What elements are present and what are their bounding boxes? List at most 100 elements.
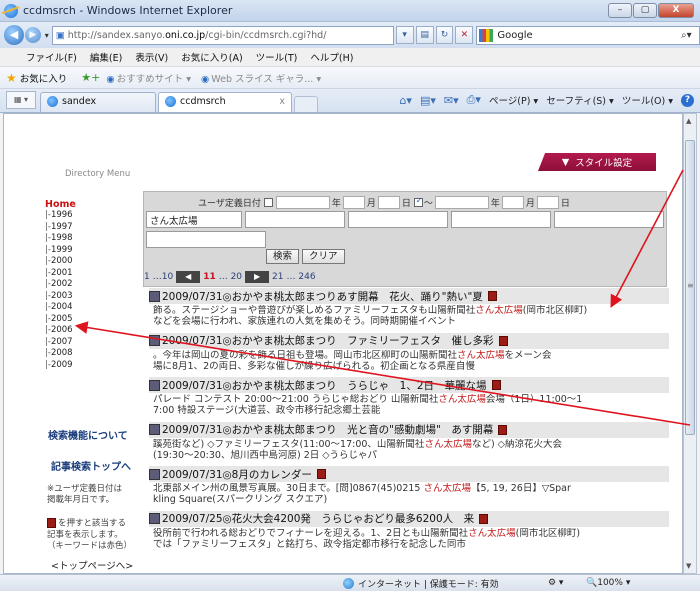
from-day-input[interactable] xyxy=(377,196,400,209)
menu-view[interactable]: 表示(V) xyxy=(135,50,168,64)
document-icon[interactable] xyxy=(498,424,508,435)
keyword-input-5[interactable] xyxy=(554,211,664,228)
prev-page-arrow-icon[interactable]: ◀ xyxy=(176,271,201,283)
quick-tabs-icon[interactable]: ▦ ▾ xyxy=(6,91,36,109)
forward-button[interactable]: ▶ xyxy=(24,27,41,43)
print-icon[interactable]: ⎙▾ xyxy=(467,93,481,107)
result-title[interactable]: 2009/07/31◎8月のカレンダー xyxy=(149,466,669,483)
document-icon[interactable] xyxy=(498,335,508,346)
result-item: 2009/07/25◎花火大会4200発 うらじゃおどり最多6200人 来 役所… xyxy=(149,510,669,556)
document-icon[interactable] xyxy=(487,291,497,301)
document-icon[interactable] xyxy=(479,513,489,524)
web-slice-gallery-link[interactable]: ◉ Web スライス ギャラ... ▾ xyxy=(201,71,321,85)
history-dropdown-icon[interactable]: ▾ xyxy=(45,31,49,40)
to-month-input[interactable] xyxy=(501,196,524,209)
scrollbar-thumb[interactable] xyxy=(685,140,695,435)
document-icon[interactable] xyxy=(491,380,501,391)
protected-mode-icon[interactable]: ⚙ ▾ xyxy=(548,578,563,588)
search-box[interactable]: Google ⌕▾ xyxy=(476,25,700,45)
result-title[interactable]: 2009/07/25◎花火大会4200発 うらじゃおどり最多6200人 来 xyxy=(149,510,669,527)
menu-help[interactable]: ヘルプ(H) xyxy=(310,50,353,64)
mail-icon[interactable]: ✉▾ xyxy=(444,94,459,107)
year-link-2002[interactable]: 2002 xyxy=(45,279,145,291)
menu-edit[interactable]: 編集(E) xyxy=(90,50,122,64)
to-day-input[interactable] xyxy=(536,196,559,209)
keyword-input-1[interactable]: さん太広場 xyxy=(146,211,242,228)
feeds-icon[interactable]: ▤▾ xyxy=(420,94,436,107)
zoom-control[interactable]: 🔍100% ▾ xyxy=(586,578,630,588)
search-button[interactable]: 検索 xyxy=(266,249,300,264)
scroll-down-arrow-icon[interactable]: ▼ xyxy=(686,562,691,570)
home-icon[interactable]: ⌂▾ xyxy=(399,94,412,107)
result-title[interactable]: 2009/07/31◎おかやま桃太郎まつりあす開幕 花火、踊り"熱い"夏 xyxy=(149,288,669,304)
help-icon[interactable]: ? xyxy=(681,93,694,107)
keyword-input-2[interactable] xyxy=(245,211,345,228)
year-link-1998[interactable]: 1998 xyxy=(45,233,145,245)
year-link-2008[interactable]: 2008 xyxy=(45,348,145,360)
next-page-arrow-icon[interactable]: ▶ xyxy=(245,271,270,283)
year-link-2009[interactable]: 2009 xyxy=(45,360,145,372)
keyword-input-3[interactable] xyxy=(348,211,448,228)
style-settings-button[interactable]: ▼ スタイル設定 xyxy=(538,153,656,171)
year-link-2001[interactable]: 2001 xyxy=(45,268,145,280)
restore-button[interactable]: ▢ xyxy=(633,3,657,18)
back-button[interactable]: ◀ xyxy=(4,25,24,45)
menu-favorites[interactable]: お気に入り(A) xyxy=(181,50,242,64)
page-first-link[interactable]: 1 xyxy=(144,272,150,282)
new-tab-button[interactable] xyxy=(294,96,318,112)
user-date-checkbox[interactable] xyxy=(263,198,273,207)
tab-sandex[interactable]: sandex xyxy=(40,92,156,112)
address-bar[interactable]: ▣ http://sandex.sanyo. oni.co.jp/cgi-bin/… xyxy=(51,25,394,45)
year-link-1997[interactable]: 1997 xyxy=(45,222,145,234)
close-tab-icon[interactable]: x xyxy=(279,96,285,112)
page-20-link[interactable]: … 20 xyxy=(219,272,242,282)
favorites-star-icon[interactable]: ★ xyxy=(6,71,17,85)
suggested-sites-icon: ◉ xyxy=(106,73,115,85)
result-title[interactable]: 2009/07/31◎おかやま桃太郎まつり 光と音の"感動劇場" あす開幕 xyxy=(149,421,669,438)
refresh-icon[interactable]: ↻ xyxy=(435,26,454,44)
year-link-1999[interactable]: 1999 xyxy=(45,245,145,257)
year-link-2005[interactable]: 2005 xyxy=(45,314,145,326)
year-link-2003[interactable]: 2003 xyxy=(45,291,145,303)
result-title[interactable]: 2009/07/31◎おかやま桃太郎まつり ファミリーフェスタ 催し多彩 xyxy=(149,332,669,349)
menu-bar: ファイル(F) 編集(E) 表示(V) お気に入り(A) ツール(T) ヘルプ(… xyxy=(0,48,700,67)
page-last-link[interactable]: … 246 xyxy=(287,272,316,282)
favorites-button[interactable]: お気に入り xyxy=(20,71,68,85)
year-link-1996[interactable]: 1996 xyxy=(45,210,145,222)
year-link-2004[interactable]: 2004 xyxy=(45,302,145,314)
scroll-up-arrow-icon[interactable]: ▲ xyxy=(686,117,691,125)
safety-menu[interactable]: セーフティ(S) ▾ xyxy=(546,93,614,107)
stop-icon[interactable]: ✕ xyxy=(455,26,474,44)
year-link-2007[interactable]: 2007 xyxy=(45,337,145,349)
keyword-input-6[interactable] xyxy=(146,231,266,248)
result-title[interactable]: 2009/07/31◎おかやま桃太郎まつり うらじゃ 1、2日 華麗な場 xyxy=(149,377,669,394)
page-menu[interactable]: ページ(P) ▾ xyxy=(489,93,538,107)
range-checkbox[interactable] xyxy=(413,198,423,207)
menu-file[interactable]: ファイル(F) xyxy=(26,50,77,64)
vertical-scrollbar[interactable]: ▲ ▼ xyxy=(683,113,697,574)
about-search-link[interactable]: 検索機能について xyxy=(48,427,128,442)
suggested-sites-link[interactable]: ◉ おすすめサイト ▾ xyxy=(106,71,191,85)
menu-tools[interactable]: ツール(T) xyxy=(256,50,298,64)
document-icon[interactable] xyxy=(316,469,326,480)
minimize-button[interactable]: – xyxy=(608,3,632,18)
year-link-2006[interactable]: 2006 xyxy=(45,325,145,337)
tab-ccdmsrch[interactable]: ccdmsrch x xyxy=(158,92,292,112)
tools-menu[interactable]: ツール(O) ▾ xyxy=(622,93,673,107)
home-link[interactable]: Home xyxy=(45,199,145,210)
compatibility-view-icon[interactable]: ▤ xyxy=(415,26,434,44)
keyword-input-4[interactable] xyxy=(451,211,551,228)
search-top-link[interactable]: 記事検索トップへ xyxy=(51,458,131,473)
clear-button[interactable]: クリア xyxy=(302,249,345,264)
address-dropdown-icon[interactable]: ▾ xyxy=(395,26,414,44)
from-month-input[interactable] xyxy=(342,196,365,209)
search-icon[interactable]: ⌕▾ xyxy=(681,30,699,41)
close-window-button[interactable]: X xyxy=(658,3,694,18)
year-link-2000[interactable]: 2000 xyxy=(45,256,145,268)
page-21-link[interactable]: 21 xyxy=(272,272,283,282)
to-year-input[interactable] xyxy=(434,196,489,209)
to-top-link[interactable]: <トップページへ> xyxy=(51,561,133,572)
add-favorite-icon[interactable]: ★+ xyxy=(81,71,100,84)
from-year-input[interactable] xyxy=(275,196,330,209)
page-10-link[interactable]: …10 xyxy=(153,272,173,282)
